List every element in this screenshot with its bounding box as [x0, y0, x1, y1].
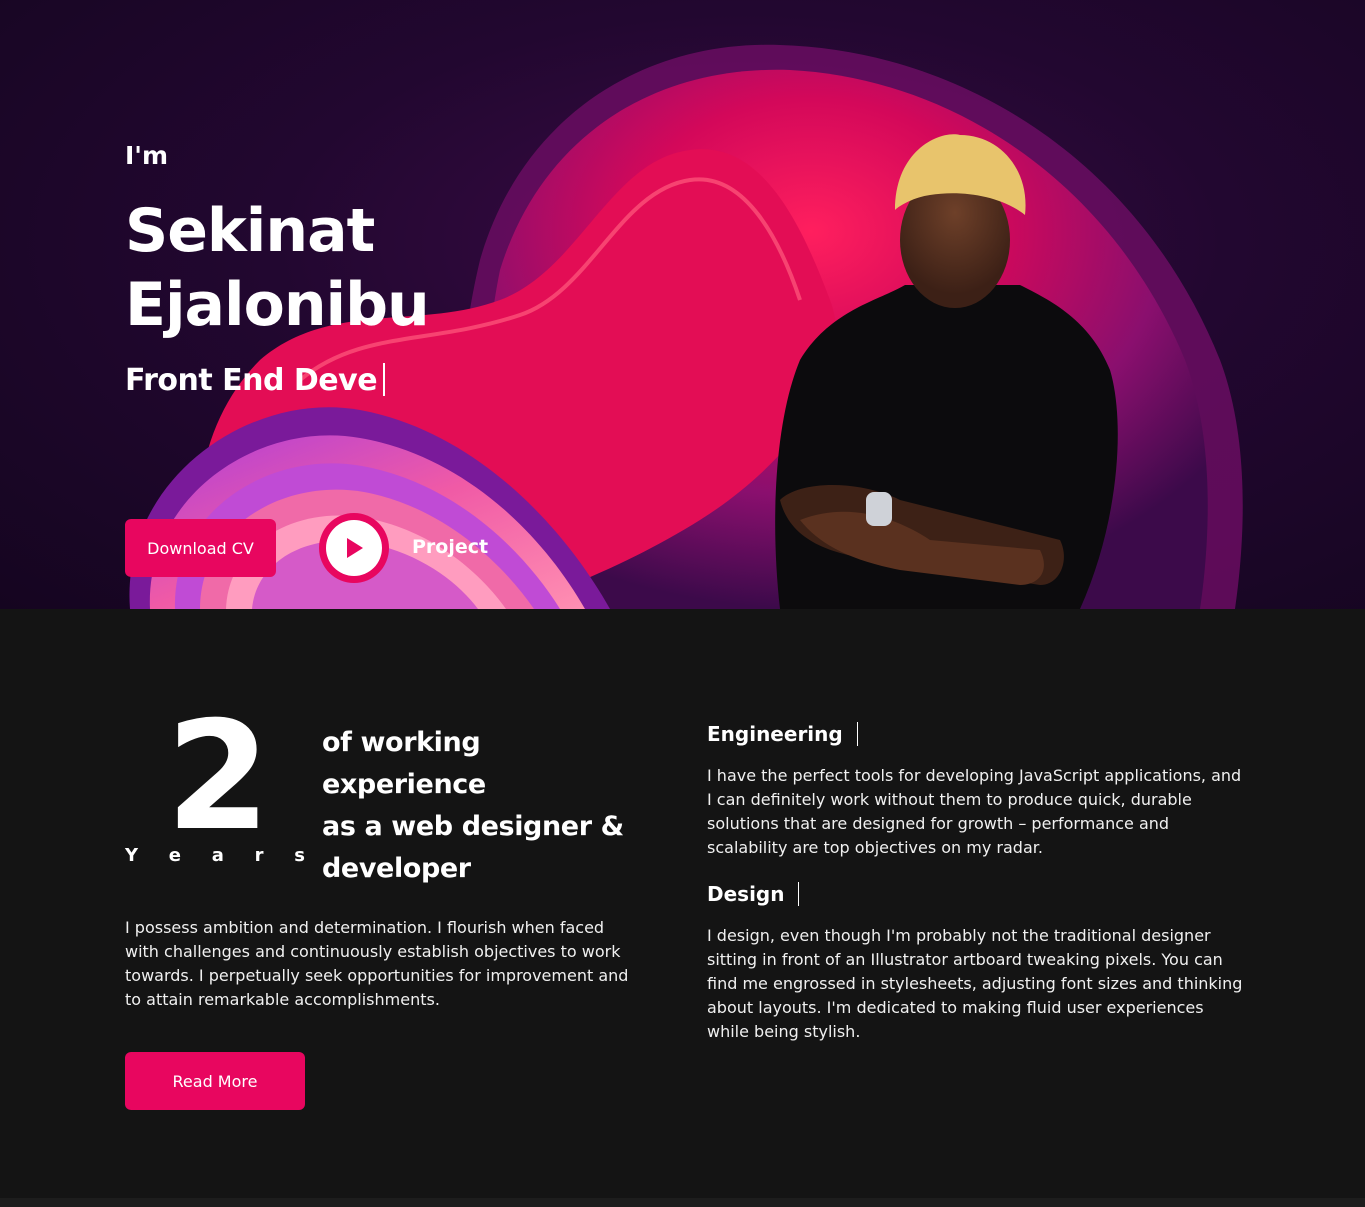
years-letter: e: [168, 845, 181, 866]
download-cv-button[interactable]: Download CV: [125, 519, 276, 577]
about-paragraph: I possess ambition and determination. I …: [125, 918, 629, 1009]
name-last: Ejalonibu: [125, 270, 430, 340]
typing-caret: [383, 363, 386, 396]
experience-line: as a web designer &: [322, 811, 624, 842]
project-link[interactable]: Project: [412, 536, 488, 558]
years-number: 2: [166, 690, 270, 864]
experience-line: developer: [322, 853, 471, 884]
title-divider: [798, 882, 800, 906]
years-label: Y e a r s: [125, 845, 305, 866]
read-more-button[interactable]: Read More: [125, 1052, 305, 1110]
years-letter: a: [211, 845, 224, 866]
experience-heading: of working experience as a web designer …: [322, 722, 642, 890]
skill-title-text: Design: [707, 882, 785, 906]
skill-title-design: Design: [707, 882, 800, 906]
skill-title-engineering: Engineering: [707, 722, 858, 746]
years-letter: r: [254, 845, 264, 866]
hero-section: I'm Sekinat Ejalonibu Front End Deve Dow…: [0, 0, 1365, 609]
years-letter: s: [294, 845, 305, 866]
skill-title-text: Engineering: [707, 722, 843, 746]
years-letter: Y: [125, 845, 139, 866]
name-first: Sekinat: [125, 196, 375, 266]
experience-line: of working experience: [322, 727, 486, 800]
skill-text-engineering: I have the perfect tools for developing …: [707, 766, 1242, 857]
play-button-inner: [326, 520, 382, 576]
footer-edge: [0, 1198, 1365, 1207]
typed-role: Front End Deve: [125, 363, 386, 398]
project-play-button[interactable]: [319, 513, 389, 583]
title-divider: [856, 722, 858, 746]
skill-text-design: I design, even though I'm probably not t…: [707, 926, 1243, 1041]
play-icon: [347, 538, 363, 558]
greeting-text: I'm: [125, 141, 169, 170]
hero-name: Sekinat Ejalonibu: [125, 194, 430, 342]
role-text: Front End Deve: [125, 363, 378, 398]
